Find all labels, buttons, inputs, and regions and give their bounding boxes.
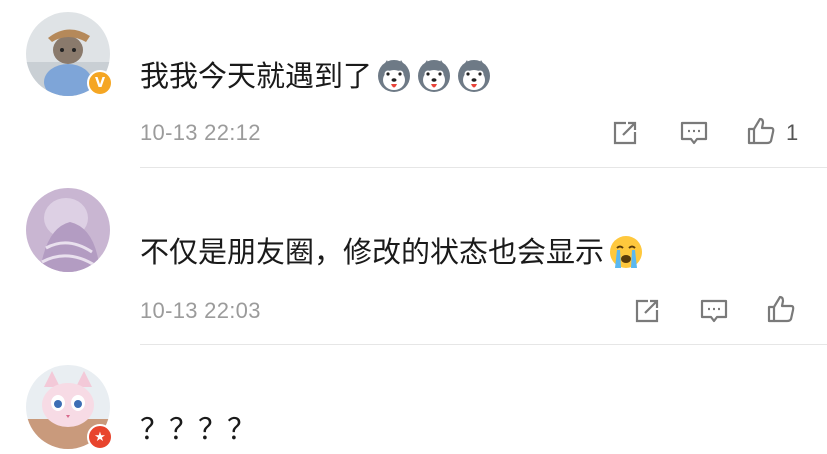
comment-item: V 我我今天就遇到了 10-13 22:12 1 [0,0,827,168]
comment-text-row: ？？？？ [140,411,256,447]
like-count: 1 [786,120,799,145]
purple-veil-avatar [26,188,110,272]
comment-text-row: 不仅是朋友圈，修改的状态也会显示 [140,234,644,270]
comment-item: ★ ？？？？ [0,345,827,454]
share-button[interactable] [608,116,642,150]
husky-emoji [416,58,452,94]
comment-icon [680,121,708,145]
reply-button[interactable] [677,116,711,150]
comment-text: 不仅是朋友圈，修改的状态也会显示 [140,235,605,269]
comment-text: 我我今天就遇到了 [140,59,373,93]
comment-item: 不仅是朋友圈，修改的状态也会显示 10-13 22:03 [0,168,827,345]
comment-text-row: 我我今天就遇到了 [140,58,492,94]
comment-timestamp: 10-13 22:03 [140,298,261,323]
reply-button[interactable] [697,294,731,328]
comment-text: ？？？？ [140,412,257,446]
verified-badge: V [87,70,113,96]
share-button[interactable] [630,294,664,328]
share-icon [635,299,659,323]
crying-face-emoji [608,234,644,270]
comment-timestamp: 10-13 22:12 [140,120,261,145]
share-icon [613,121,637,145]
thumbs-up-icon [747,117,775,145]
member-badge: ★ [87,424,113,450]
husky-emoji [376,58,412,94]
like-button[interactable] [764,292,798,326]
avatar[interactable] [26,188,110,272]
husky-emoji [456,58,492,94]
comment-icon [700,299,728,323]
like-button[interactable] [744,114,778,148]
thumbs-up-icon [767,295,795,323]
